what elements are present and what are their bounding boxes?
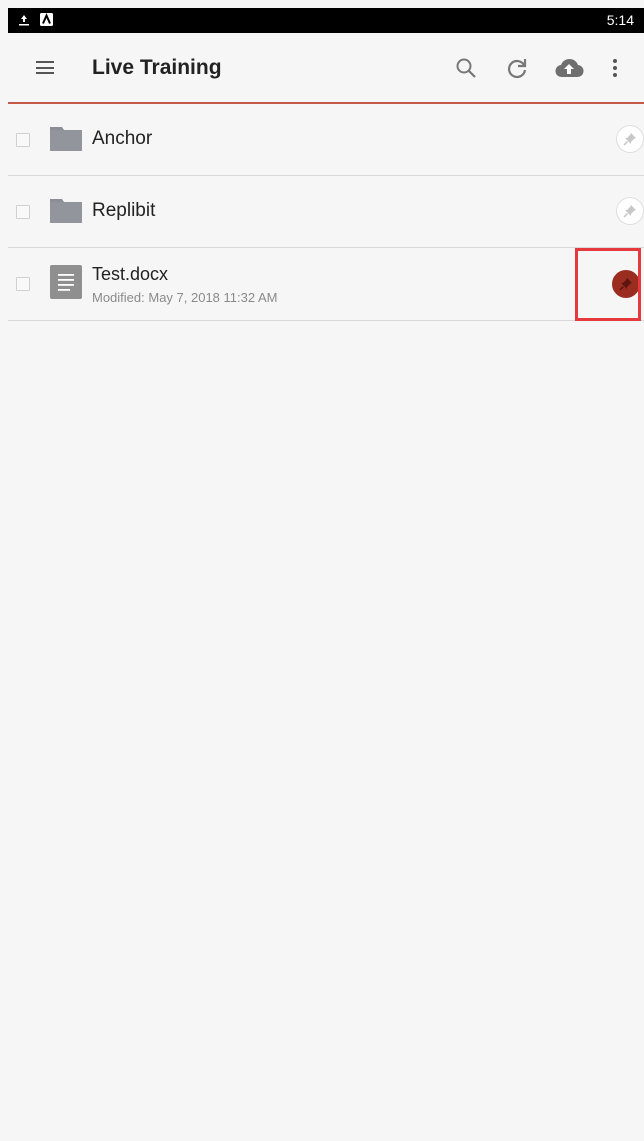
cloud-upload-icon[interactable] xyxy=(554,53,584,83)
file-list: Anchor Replibit Test.docx Modified: May … xyxy=(8,104,644,321)
item-name: Replibit xyxy=(92,200,156,221)
folder-icon xyxy=(50,197,82,228)
list-item[interactable]: Anchor xyxy=(8,104,644,176)
upload-icon xyxy=(18,13,30,31)
list-item[interactable]: Replibit xyxy=(8,176,644,248)
item-name: Test.docx xyxy=(92,264,169,284)
document-icon xyxy=(50,265,82,304)
status-bar: 5:14 xyxy=(8,8,644,33)
status-time: 5:14 xyxy=(606,12,634,28)
row-checkbox[interactable] xyxy=(16,133,30,147)
app-a-icon xyxy=(40,13,53,31)
sync-icon[interactable] xyxy=(502,53,532,83)
app-bar: Live Training xyxy=(8,33,644,104)
list-item[interactable]: Test.docx Modified: May 7, 2018 11:32 AM xyxy=(8,248,644,321)
pin-icon[interactable] xyxy=(616,197,644,225)
pin-icon[interactable] xyxy=(616,125,644,153)
menu-icon[interactable] xyxy=(36,61,54,74)
search-icon[interactable] xyxy=(451,53,481,83)
page-title: Live Training xyxy=(92,56,222,79)
row-checkbox[interactable] xyxy=(16,277,30,291)
row-checkbox[interactable] xyxy=(16,205,30,219)
item-modified: Modified: May 7, 2018 11:32 AM xyxy=(92,290,278,305)
folder-icon xyxy=(50,125,82,156)
more-vert-icon[interactable] xyxy=(600,53,630,83)
item-name: Anchor xyxy=(92,128,153,149)
highlight-box xyxy=(575,248,641,321)
